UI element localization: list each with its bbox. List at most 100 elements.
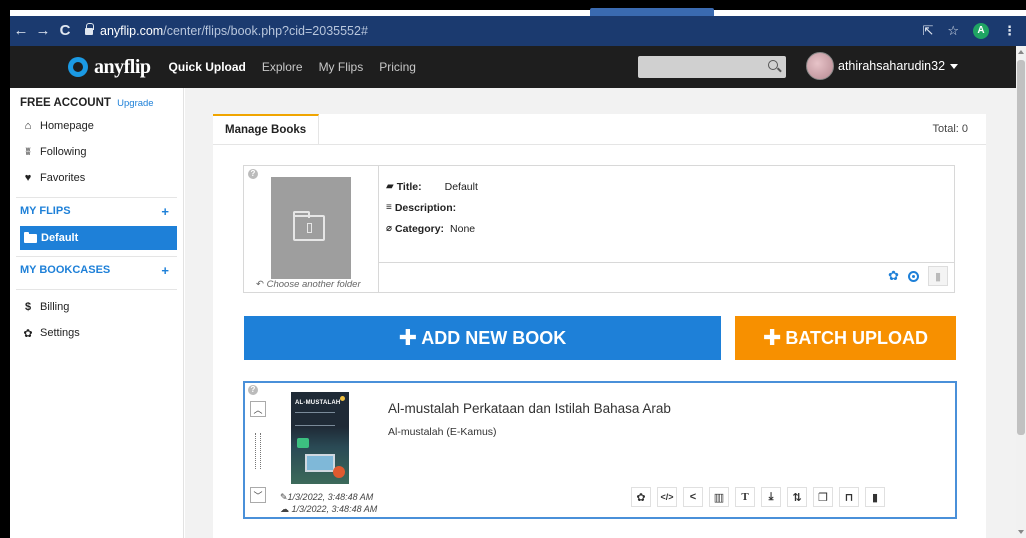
- book-cover-thumbnail[interactable]: AL-MUSTALAH: [291, 392, 349, 484]
- cover-title: AL-MUSTALAH: [295, 400, 341, 406]
- reload-icon[interactable]: C: [54, 16, 76, 46]
- choose-folder-link[interactable]: ↶ Choose another folder: [256, 279, 361, 290]
- scroll-up-arrow-icon[interactable]: [1018, 50, 1024, 54]
- browser-actions: ⇱ ☆ A ⋮: [922, 23, 1026, 39]
- caret-down-icon: [950, 63, 959, 69]
- book-dates: ✎1/3/2022, 3:48:48 AM ☁ 1/3/2022, 3:48:4…: [280, 491, 377, 515]
- bookmark-star-icon[interactable]: ☆: [947, 23, 959, 39]
- sidebar-item-homepage[interactable]: ⌂ Homepage: [10, 113, 183, 139]
- reply-arrow-icon: ↶: [256, 279, 267, 290]
- browser-menu-icon[interactable]: ⋮: [1003, 23, 1016, 39]
- nav-pricing[interactable]: Pricing: [379, 60, 416, 74]
- sidebar-item-favorites[interactable]: ♥ Favorites: [10, 165, 183, 191]
- browser-left-edge: [0, 10, 10, 538]
- help-icon[interactable]: ?: [248, 169, 258, 179]
- main-content: Manage Books Total: 0 ? ↶ Choose another…: [185, 88, 1016, 538]
- add-bookcase-plus-icon[interactable]: +: [161, 263, 169, 278]
- folder-settings-gear-icon[interactable]: ✿: [888, 266, 899, 286]
- search-input[interactable]: [638, 56, 786, 78]
- sidebar-item-following[interactable]: ʬ Following: [10, 139, 183, 165]
- gear-icon: ✿: [23, 327, 33, 340]
- cover-decoration: [297, 438, 309, 448]
- share-icon[interactable]: <: [683, 487, 703, 507]
- sidebar-item-label: Billing: [40, 301, 70, 313]
- cover-laptop-illustration: [305, 454, 335, 472]
- my-flips-label: MY FLIPS: [20, 205, 71, 217]
- anyflip-logo[interactable]: anyflip: [68, 56, 151, 79]
- folder-target-icon[interactable]: [908, 270, 919, 282]
- user-menu[interactable]: athirahsaharudin32: [806, 52, 959, 80]
- nav-explore[interactable]: Explore: [262, 60, 303, 74]
- book-settings-gear-icon[interactable]: ✿: [631, 487, 651, 507]
- text-icon[interactable]: T: [735, 487, 755, 507]
- folder-actions: ✿ ▮: [888, 266, 948, 286]
- forward-arrow-icon[interactable]: →: [32, 16, 54, 46]
- batch-upload-button[interactable]: ✚ BATCH UPLOAD: [735, 316, 956, 360]
- search-icon[interactable]: [768, 60, 778, 70]
- browser-profile-avatar[interactable]: A: [973, 23, 989, 39]
- leaf-icon: ⌀: [386, 223, 393, 234]
- copy-icon[interactable]: ❐: [813, 487, 833, 507]
- upgrade-link[interactable]: Upgrade: [117, 98, 153, 109]
- book-pages-icon[interactable]: ▥: [709, 487, 729, 507]
- nav-my-flips[interactable]: My Flips: [319, 60, 364, 74]
- drag-handle[interactable]: [255, 433, 261, 469]
- delete-trash-icon[interactable]: ▮: [865, 487, 885, 507]
- share-icon[interactable]: ⇱: [922, 23, 933, 39]
- move-up-chevron-icon[interactable]: ︿: [250, 401, 266, 417]
- url-path: /center/flips/book.php?cid=2035552#: [163, 24, 368, 38]
- folder-category-row: ⌀ Category: None: [386, 218, 478, 239]
- sidebar-item-settings[interactable]: ✿ Settings: [10, 320, 183, 346]
- url-host: anyflip.com: [100, 24, 164, 38]
- uploaded-date: 1/3/2022, 3:48:48 AM: [291, 504, 378, 514]
- logo-text: anyflip: [94, 55, 151, 78]
- category-label: ⌀ Category:: [386, 222, 445, 235]
- account-label: FREE ACCOUNT: [20, 97, 111, 109]
- folder-icon: [293, 211, 325, 241]
- sidebar-item-billing[interactable]: $ Billing: [10, 294, 183, 320]
- modified-date-row: ✎1/3/2022, 3:48:48 AM: [280, 491, 377, 503]
- add-new-book-label: ADD NEW BOOK: [421, 327, 567, 348]
- title-label: ▰ Title:: [386, 180, 422, 193]
- manage-books-panel: Manage Books Total: 0 ? ↶ Choose another…: [213, 114, 986, 538]
- help-icon[interactable]: ?: [248, 385, 258, 395]
- sort-arrows-icon[interactable]: ⇅: [787, 487, 807, 507]
- plus-icon: ✚: [398, 325, 418, 350]
- scroll-down-arrow-icon[interactable]: [1018, 530, 1024, 534]
- my-bookcases-label: MY BOOKCASES: [20, 264, 111, 276]
- sidebar-item-label: Homepage: [40, 120, 94, 132]
- add-folder-plus-icon[interactable]: +: [161, 204, 169, 219]
- sidebar-item-label: Settings: [40, 327, 80, 339]
- sidebar-item-label: Favorites: [40, 172, 86, 184]
- lock-icon: [84, 23, 94, 36]
- edit-icon: ✎: [280, 492, 288, 502]
- folder-thumbnail[interactable]: [271, 177, 351, 279]
- folder-open-icon: ▰: [386, 181, 394, 192]
- add-new-book-button[interactable]: ✚ ADD NEW BOOK: [244, 316, 721, 360]
- folder-delete-trash-icon[interactable]: ▮: [928, 266, 948, 286]
- lock-icon[interactable]: ⊓: [839, 487, 859, 507]
- browser-tab-indicator[interactable]: [590, 8, 714, 16]
- download-icon[interactable]: ⤓: [761, 487, 781, 507]
- nav-quick-upload[interactable]: Quick Upload: [169, 60, 246, 74]
- back-arrow-icon[interactable]: ←: [10, 16, 32, 46]
- folder-title-row: ▰ Title: Default: [386, 176, 478, 197]
- sidebar: FREE ACCOUNT Upgrade ⌂ Homepage ʬ Follow…: [10, 88, 184, 538]
- uploaded-date-row: ☁ 1/3/2022, 3:48:48 AM: [280, 503, 377, 515]
- folder-open-icon: [24, 231, 37, 243]
- active-folder-label: Default: [41, 232, 79, 244]
- choose-folder-label: Choose another folder: [266, 279, 361, 290]
- page-scrollbar[interactable]: [1016, 46, 1026, 538]
- browser-toolbar: ← → C anyflip.com/center/flips/book.php?…: [10, 16, 1026, 46]
- folder-divider: [378, 166, 379, 292]
- tab-manage-books[interactable]: Manage Books: [213, 114, 320, 144]
- embed-code-icon[interactable]: </>: [657, 487, 677, 507]
- address-bar[interactable]: anyflip.com/center/flips/book.php?cid=20…: [84, 20, 368, 42]
- sidebar-item-default-folder[interactable]: Default: [20, 226, 177, 250]
- heart-icon: ♥: [24, 172, 32, 184]
- book-title[interactable]: Al-mustalah Perkataan dan Istilah Bahasa…: [388, 401, 671, 416]
- folder-title-value: Default: [444, 180, 478, 193]
- move-down-chevron-icon[interactable]: ﹀: [250, 487, 266, 503]
- folder-info: ▰ Title: Default ≡ Description: ⌀ Category:…: [386, 176, 478, 239]
- scrollbar-thumb[interactable]: [1017, 60, 1025, 435]
